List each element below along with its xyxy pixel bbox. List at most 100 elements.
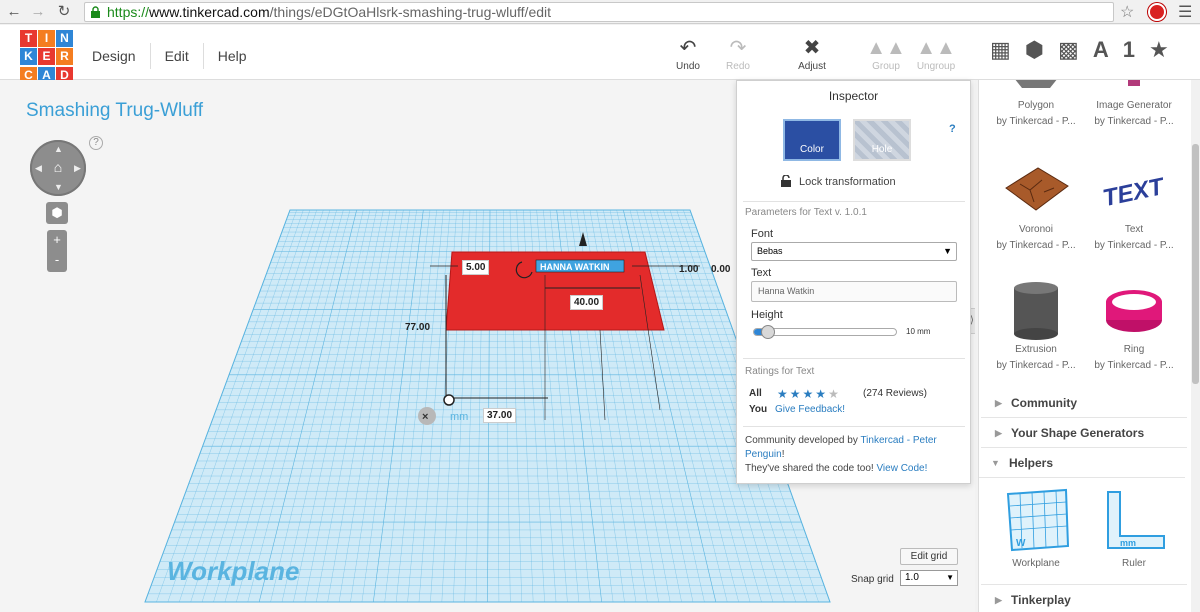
section-label: Helpers xyxy=(1009,456,1054,470)
zoom-out-icon[interactable]: - xyxy=(47,250,67,270)
section-community[interactable]: ▶ Community xyxy=(981,388,1187,418)
orbit-up-icon[interactable]: ▲ xyxy=(54,144,63,154)
chevron-down-icon: ▼ xyxy=(943,246,952,256)
ungroup-button[interactable]: ▲▲ Ungroup xyxy=(914,37,958,72)
extension-icon[interactable] xyxy=(1148,3,1166,21)
ruler-thumbnail: mm xyxy=(1098,488,1170,554)
chevron-right-icon: ▶ xyxy=(995,428,1002,438)
browser-menu-icon[interactable]: ☰ xyxy=(1178,2,1192,22)
shape-name: Ring xyxy=(1123,344,1145,355)
font-select[interactable]: Bebas ▼ xyxy=(751,242,957,261)
workplane-thumbnail: W xyxy=(1000,488,1072,554)
help-icon[interactable]: ? xyxy=(89,136,103,150)
give-feedback-link[interactable]: Give Feedback! xyxy=(775,404,845,415)
view-cube-icon[interactable]: ⬢ xyxy=(46,202,68,224)
inspector-help-icon[interactable]: ? xyxy=(949,123,956,135)
shape-text[interactable]: TEXT Text by Tinkercad - P... xyxy=(1085,160,1183,254)
section-label: Tinkerplay xyxy=(1011,593,1071,607)
hole-button[interactable]: Hole xyxy=(853,119,911,161)
menu-help[interactable]: Help xyxy=(204,43,261,69)
edit-grid-button[interactable]: Edit grid xyxy=(900,548,958,565)
you-label: You xyxy=(749,404,768,415)
shape-name: Text xyxy=(1124,224,1144,235)
color-label: Color xyxy=(800,144,824,155)
orbit-left-icon[interactable]: ◀ xyxy=(35,163,42,174)
voronoi-thumbnail xyxy=(1000,160,1072,220)
shape-name: Extrusion xyxy=(1015,344,1057,355)
design-title[interactable]: Smashing Trug-Wluff xyxy=(26,100,203,122)
view-navigation-pad[interactable]: ▲ ▼ ◀ ▶ ⌂ xyxy=(30,140,86,196)
forward-arrow-icon[interactable]: → xyxy=(28,2,48,22)
shape-image-generator[interactable]: Image Generator by Tinkercad - P... xyxy=(1085,80,1183,130)
credits-mid: ! xyxy=(781,449,785,460)
section-helpers[interactable]: ▼ Helpers xyxy=(979,448,1185,478)
adjust-label: Adjust xyxy=(798,61,826,72)
group-button[interactable]: ▲▲ Group xyxy=(864,37,908,72)
dim-x[interactable]: 37.00 xyxy=(483,408,517,423)
orbit-right-icon[interactable]: ▶ xyxy=(74,163,81,174)
color-button[interactable]: Color xyxy=(783,119,841,161)
back-arrow-icon[interactable]: ← xyxy=(4,2,24,22)
star-icon: ★ xyxy=(777,387,790,401)
dim-depth[interactable]: 1.00 xyxy=(676,263,701,276)
polygon-thumbnail xyxy=(1000,80,1072,96)
workplane-label: Workplane xyxy=(167,556,299,586)
svg-text:mm: mm xyxy=(1120,538,1136,548)
menu-edit[interactable]: Edit xyxy=(151,43,204,69)
group-icon: ▲▲ xyxy=(866,37,906,59)
solid-hole-toggle: Color Hole xyxy=(783,119,923,161)
bookmark-star-icon[interactable]: ☆ xyxy=(1120,2,1134,22)
height-value: 10 mm xyxy=(906,327,931,336)
dim-length[interactable]: 40.00 xyxy=(570,295,604,310)
shape-polygon[interactable]: Polygon by Tinkercad - P... xyxy=(987,80,1085,130)
height-slider[interactable] xyxy=(753,325,897,339)
url-path: /things/eDGtOaHlsrk-smashing-trug-wluff/… xyxy=(269,4,552,20)
sidebar-scrollbar-thumb[interactable] xyxy=(1192,144,1199,384)
main-menu: Design Edit Help xyxy=(78,43,261,69)
sidebar-scrollbar[interactable] xyxy=(1191,80,1200,612)
menu-design[interactable]: Design xyxy=(78,43,151,69)
dim-y[interactable]: 77.00 xyxy=(402,321,433,334)
tinkercad-logo[interactable]: TINKERCAD xyxy=(20,30,74,84)
grid-icon[interactable]: ▦ xyxy=(990,37,1011,63)
section-tinkerplay[interactable]: ▶ Tinkerplay xyxy=(981,584,1187,612)
helper-ruler[interactable]: mm Ruler xyxy=(1085,488,1183,572)
height-slider-thumb[interactable] xyxy=(761,325,776,339)
text-input[interactable]: Hanna Watkin xyxy=(751,281,957,302)
height-label: Height xyxy=(751,309,783,321)
undo-button[interactable]: ↶ Undo xyxy=(666,37,710,72)
text-icon[interactable]: A xyxy=(1093,37,1109,63)
chevron-down-icon: ▼ xyxy=(946,573,954,582)
browser-toolbar: ← → ↻ https://www.tinkercad.com/things/e… xyxy=(0,0,1200,24)
zoom-in-icon[interactable]: + xyxy=(47,230,67,250)
redo-label: Redo xyxy=(726,61,750,72)
star-icon[interactable]: ★ xyxy=(1149,37,1169,63)
shape-voronoi[interactable]: Voronoi by Tinkercad - P... xyxy=(987,160,1085,254)
number-icon[interactable]: 1 xyxy=(1123,37,1135,63)
home-view-icon[interactable]: ⌂ xyxy=(51,160,65,174)
cube-hole-icon[interactable]: ▩ xyxy=(1058,37,1079,63)
dim-offset[interactable]: 0.00 xyxy=(708,263,733,276)
font-label: Font xyxy=(751,228,774,240)
divider xyxy=(743,426,965,427)
shape-extrusion[interactable]: Extrusion by Tinkercad - P... xyxy=(987,280,1085,374)
shape-name: Image Generator xyxy=(1096,100,1172,111)
adjust-icon: ✖ xyxy=(803,37,821,59)
orbit-down-icon[interactable]: ▼ xyxy=(54,182,63,192)
reload-icon[interactable]: ↻ xyxy=(54,2,74,22)
helper-workplane[interactable]: W Workplane xyxy=(987,488,1085,572)
cube-icon[interactable]: ⬢ xyxy=(1025,37,1044,63)
chevron-right-icon: ▶ xyxy=(995,398,1002,408)
address-bar[interactable]: https://www.tinkercad.com/things/eDGtOaH… xyxy=(84,2,1114,22)
shape-ring[interactable]: Ring by Tinkercad - P... xyxy=(1085,280,1183,374)
star-icon: ★ xyxy=(802,387,816,401)
lock-transformation-toggle[interactable]: Lock transformation xyxy=(781,175,896,188)
view-code-link[interactable]: View Code! xyxy=(876,463,927,474)
adjust-button[interactable]: ✖ Adjust xyxy=(790,37,834,72)
dim-height[interactable]: 5.00 xyxy=(462,260,490,275)
section-your-shape-generators[interactable]: ▶ Your Shape Generators xyxy=(981,418,1187,448)
undo-icon: ↶ xyxy=(679,37,697,59)
snap-grid-select[interactable]: 1.0 ▼ xyxy=(900,570,958,586)
inspector-title: Inspector xyxy=(828,89,879,103)
redo-button[interactable]: ↷ Redo xyxy=(716,37,760,72)
